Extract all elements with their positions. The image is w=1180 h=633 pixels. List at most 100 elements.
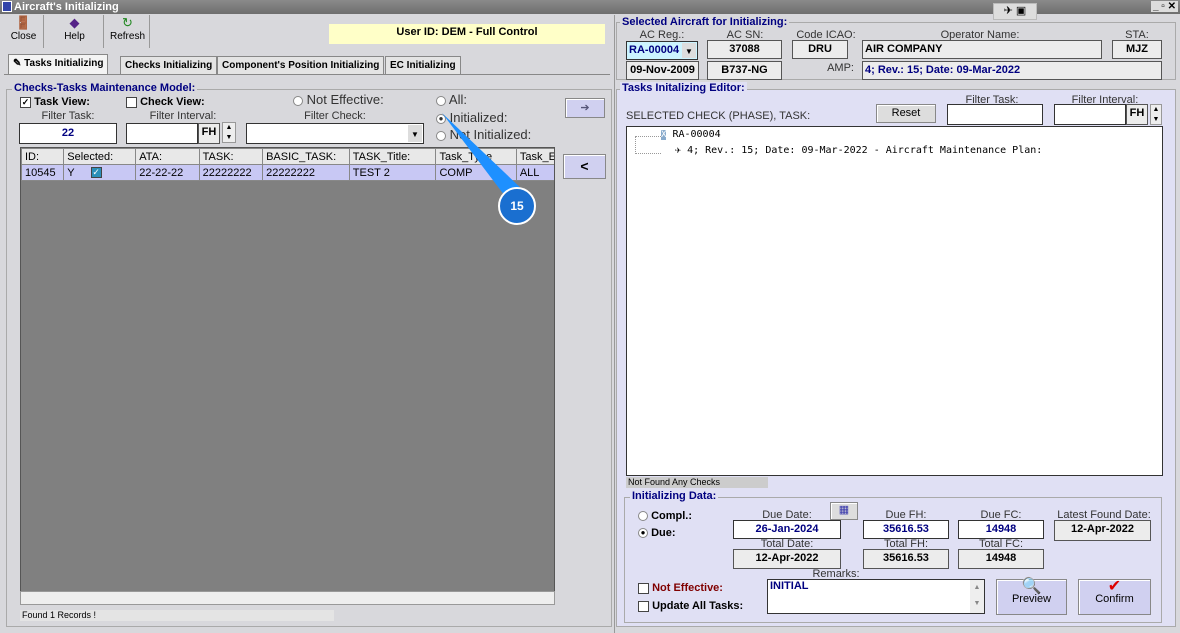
- reset-button[interactable]: Reset: [876, 104, 936, 123]
- confirm-label: Confirm: [1095, 593, 1134, 605]
- filter-task-label: Filter Task:: [41, 110, 95, 122]
- table-cell: 10545: [21, 164, 65, 181]
- operator-value: AIR COMPANY: [862, 40, 1102, 59]
- editor-filter-task-input[interactable]: [947, 104, 1043, 125]
- not-effective-label: Not Effective:: [306, 92, 384, 107]
- selected-check-label: SELECTED CHECK (PHASE), TASK:: [626, 110, 811, 122]
- column-header[interactable]: TASK:: [198, 148, 264, 165]
- ac-reg-value: RA-00004: [629, 44, 680, 56]
- editor-status: Not Found Any Checks: [626, 477, 768, 488]
- icao-value: DRU: [792, 40, 848, 59]
- cell-value: 22222222: [266, 166, 316, 179]
- update-all-label: Update All Tasks:: [652, 600, 744, 612]
- check-view-checkbox[interactable]: Check View:: [126, 96, 205, 108]
- due-label: Due:: [651, 527, 676, 539]
- column-header[interactable]: ID:: [21, 148, 65, 165]
- due-radio[interactable]: ● Due:: [638, 527, 676, 539]
- tree-node-aircraft[interactable]: X RA-00004: [661, 129, 721, 140]
- checkmark-icon: ✔: [1107, 578, 1122, 595]
- window-controls[interactable]: _ ▫ ✕: [1150, 1, 1178, 12]
- ac-sn-value: 37088: [707, 40, 782, 59]
- chevron-down-icon: ▼: [682, 43, 696, 58]
- selected-checkbox[interactable]: ✓: [90, 167, 102, 179]
- aircraft-date: 09-Nov-2009: [626, 61, 699, 80]
- callout-number: 15: [510, 199, 524, 213]
- tree-node-amp[interactable]: ✈ 4; Rev.: 15; Date: 09-Mar-2022 - Aircr…: [675, 145, 1042, 156]
- window-title: Aircraft's Initializing: [14, 1, 119, 13]
- column-header[interactable]: TASK_Title:: [348, 148, 437, 165]
- due-fc-input[interactable]: 14948: [958, 520, 1044, 539]
- aircraft-type: B737-NG: [707, 61, 782, 80]
- help-button[interactable]: ◆ Help: [46, 15, 104, 48]
- cell-value: Y: [67, 166, 75, 179]
- not-effective-radio[interactable]: Not Effective:: [293, 92, 384, 107]
- table-cell: 22222222: [262, 164, 350, 181]
- model-title: Checks-Tasks Maintenance Model:: [12, 82, 198, 94]
- help-label: Help: [64, 31, 85, 42]
- editor-fh-unit: FH: [1126, 104, 1148, 125]
- aircraft-title: Selected Aircraft for Initializing:: [620, 16, 790, 28]
- fh-unit: FH: [198, 123, 220, 144]
- not-effective-checkbox[interactable]: Not Effective:: [638, 582, 723, 594]
- calendar-button[interactable]: ▦: [830, 502, 858, 520]
- remarks-scrollbar[interactable]: ▲ ▼: [970, 580, 984, 613]
- tree-node-label: 4; Rev.: 15; Date: 09-Mar-2022 - Aircraf…: [687, 145, 1043, 156]
- remarks-value: INITIAL: [770, 580, 809, 592]
- due-fh-input[interactable]: 35616.53: [863, 520, 949, 539]
- compl-radio[interactable]: Compl.:: [638, 510, 692, 522]
- interval-spinner[interactable]: ▲ ▼: [222, 122, 236, 143]
- ac-reg-select[interactable]: RA-00004 ▼: [626, 41, 698, 60]
- check-view-label: Check View:: [140, 96, 205, 108]
- total-date-value: 12-Apr-2022: [733, 549, 841, 569]
- total-fh-value: 35616.53: [863, 549, 949, 569]
- tab-component-position[interactable]: Component's Position Initializing: [217, 56, 385, 74]
- compl-label: Compl.:: [651, 510, 693, 522]
- latest-found-value: 12-Apr-2022: [1054, 520, 1151, 541]
- column-header[interactable]: ATA:: [135, 148, 200, 165]
- tab-checks-initializing[interactable]: Checks Initializing: [120, 56, 218, 74]
- move-left-button[interactable]: <: [563, 154, 606, 179]
- filter-interval-input[interactable]: [126, 123, 198, 144]
- cell-value: 10545: [25, 166, 56, 179]
- grid-status: Found 1 Records !: [20, 610, 334, 621]
- filter-check-label: Filter Check:: [304, 110, 366, 122]
- remarks-textarea[interactable]: INITIAL ▲ ▼: [767, 579, 985, 614]
- ac-reg-label: AC Reg.:: [639, 29, 685, 41]
- cell-value: TEST 2: [352, 166, 390, 179]
- tab-label: Tasks Initializing: [24, 58, 104, 69]
- column-header[interactable]: Selected:: [63, 148, 137, 165]
- init-title: Initializing Data:: [630, 490, 719, 502]
- filter-task-input[interactable]: 22: [19, 123, 117, 144]
- editor-interval-spinner[interactable]: ▲ ▼: [1150, 104, 1162, 125]
- column-header[interactable]: BASIC_TASK:: [262, 148, 350, 165]
- check-tree[interactable]: X RA-00004 ✈ 4; Rev.: 15; Date: 09-Mar-2…: [626, 126, 1163, 476]
- due-date-input[interactable]: 26-Jan-2024: [733, 520, 841, 539]
- help-book-icon: ◆: [69, 15, 80, 30]
- close-button[interactable]: 🚪 Close: [4, 15, 44, 48]
- task-view-checkbox[interactable]: ✓ Task View:: [20, 96, 90, 108]
- tab-ec-initializing[interactable]: EC Initializing: [385, 56, 461, 74]
- amp-value: 4; Rev.: 15; Date: 09-Mar-2022: [862, 61, 1162, 80]
- confirm-button[interactable]: ✔ Confirm: [1078, 579, 1151, 615]
- cell-value: 22-22-22: [139, 166, 184, 179]
- amp-label: AMP:: [827, 62, 854, 74]
- plane-icon: ✈: [675, 145, 682, 156]
- tab-tasks-initializing[interactable]: ✎ Tasks Initializing: [8, 54, 109, 74]
- sta-value: MJZ: [1112, 40, 1162, 59]
- not-effective-check-label: Not Effective:: [652, 582, 723, 594]
- app-icon: [2, 1, 12, 12]
- refresh-button[interactable]: ↻ Refresh: [106, 15, 150, 48]
- update-all-checkbox[interactable]: Update All Tasks:: [638, 600, 743, 612]
- move-right-button[interactable]: ➔: [565, 98, 605, 118]
- table-cell: 22-22-22: [135, 164, 200, 181]
- tab-divider: [4, 74, 610, 75]
- editor-filter-interval-input[interactable]: [1054, 104, 1126, 125]
- preview-button[interactable]: 🔍 Preview: [996, 579, 1067, 615]
- magnifier-icon: 🔍: [1021, 578, 1042, 595]
- filter-check-select[interactable]: ▼: [246, 123, 424, 144]
- chevron-down-icon: ▼: [408, 125, 422, 142]
- close-label: Close: [10, 31, 37, 42]
- tree-node-label: RA-00004: [672, 129, 721, 140]
- refresh-label: Refresh: [109, 31, 145, 42]
- horizontal-scrollbar[interactable]: [20, 591, 555, 605]
